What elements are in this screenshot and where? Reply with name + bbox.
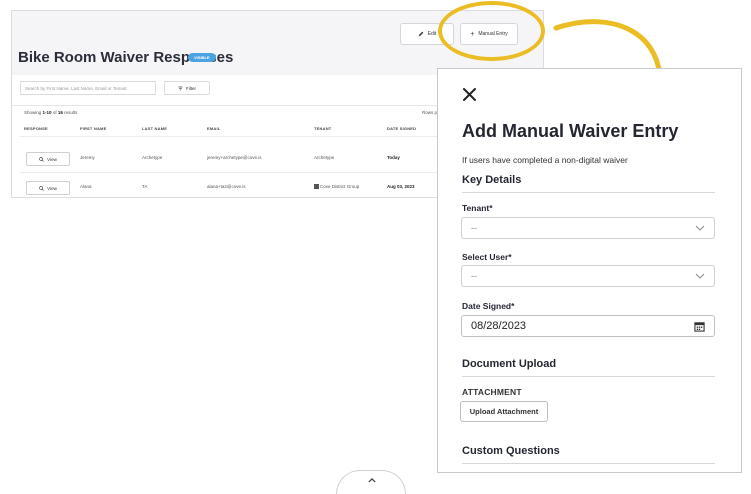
chevron-down-icon <box>695 273 705 279</box>
showing-suffix: results <box>64 110 78 115</box>
filter-button-label: Filter <box>186 85 196 91</box>
custom-questions-heading: Custom Questions <box>462 445 560 457</box>
user-select[interactable]: -- <box>461 265 715 287</box>
column-header-response[interactable]: RESPONSE <box>24 126 48 131</box>
cell-date-signed: Today <box>387 155 400 160</box>
building-icon <box>314 184 319 189</box>
view-button-label: View <box>47 156 57 162</box>
attachment-label: ATTACHMENT <box>462 387 522 397</box>
rows-per-page[interactable]: Rows p <box>422 110 437 115</box>
scroll-up-tab[interactable] <box>336 470 406 494</box>
tenant-select-value: -- <box>471 223 477 233</box>
modal-title: Add Manual Waiver Entry <box>462 121 679 141</box>
column-header-first-name[interactable]: FIRST NAME <box>80 126 106 131</box>
section-divider <box>462 463 715 464</box>
visibility-badge: VISIBLE <box>188 53 216 62</box>
view-button[interactable]: View <box>26 152 70 166</box>
column-header-date-signed[interactable]: DATE SIGNED <box>387 126 416 131</box>
showing-prefix: Showing <box>24 110 42 115</box>
view-button[interactable]: View <box>26 181 70 195</box>
cell-last-name: Archetype <box>142 155 163 160</box>
cell-date-signed: Aug 03, 2023 <box>387 184 415 189</box>
tenant-select[interactable]: -- <box>461 217 715 239</box>
chevron-down-icon <box>695 225 705 231</box>
cell-first-name: Alana <box>80 184 92 189</box>
document-upload-heading: Document Upload <box>462 358 557 370</box>
modal-subtitle: If users have completed a non-digital wa… <box>462 155 628 165</box>
cell-email: alana+ta2@cove.is <box>207 184 246 189</box>
select-user-label: Select User* <box>462 252 512 262</box>
date-signed-input[interactable]: 08/28/2023 <box>461 315 715 337</box>
key-details-heading: Key Details <box>462 174 522 186</box>
cell-tenant: Cove District Group <box>314 184 359 189</box>
upload-attachment-button[interactable]: Upload Attachment <box>460 401 548 422</box>
search-icon <box>39 156 44 162</box>
tenant-label: Tenant* <box>462 203 493 213</box>
cell-tenant-label: Cove District Group <box>320 184 360 189</box>
section-divider <box>462 376 715 377</box>
column-header-tenant[interactable]: TENANT <box>314 126 331 131</box>
date-signed-label: Date Signed* <box>462 301 515 311</box>
close-icon[interactable] <box>460 85 480 105</box>
column-header-email[interactable]: EMAIL <box>207 126 220 131</box>
column-header-last-name[interactable]: LAST NAME <box>142 126 167 131</box>
filter-button[interactable]: Filter <box>164 81 210 95</box>
cell-email: jeremy+archetype@cove.is <box>207 155 262 160</box>
section-divider <box>462 192 715 193</box>
chevron-up-icon <box>368 478 376 483</box>
cell-last-name: TA <box>142 184 148 189</box>
showing-of: of <box>52 110 57 115</box>
results-count: Showing 1-10 of 16 results <box>24 110 77 115</box>
user-select-value: -- <box>471 271 477 281</box>
showing-total: 16 <box>57 110 63 115</box>
search-input[interactable]: Search by First Name, Last Name, Email o… <box>20 81 156 95</box>
add-manual-waiver-modal: Add Manual Waiver Entry If users have co… <box>437 68 742 473</box>
calendar-icon[interactable] <box>694 321 705 332</box>
edit-button-label: Edit <box>427 31 437 37</box>
callout-highlight-ring <box>438 1 545 61</box>
search-icon <box>39 185 44 191</box>
cell-tenant: Archetype <box>314 155 335 160</box>
pencil-icon <box>418 31 424 37</box>
cell-first-name: Jeremy <box>80 155 95 160</box>
date-signed-value: 08/28/2023 <box>471 320 527 332</box>
showing-range: 1-10 <box>42 110 52 115</box>
filter-icon <box>178 86 183 90</box>
view-button-label: View <box>47 185 57 191</box>
